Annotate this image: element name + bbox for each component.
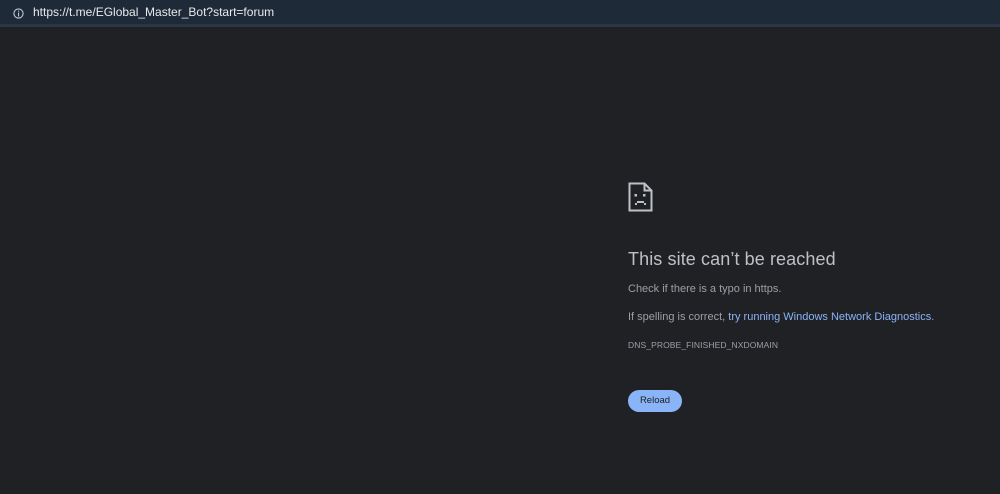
suggestion-typo: Check if there is a typo in https. [628,283,782,295]
sad-page-icon [628,182,653,212]
suggestion-suffix: . [931,311,935,323]
suggestion-diagnostics: If spelling is correct, try running Wind… [628,310,934,324]
url-text[interactable]: https://t.me/EGlobal_Master_Bot?start=fo… [33,5,274,19]
network-diagnostics-link[interactable]: try running Windows Network Diagnostics [728,311,931,323]
error-code: DNS_PROBE_FINISHED_NXDOMAIN [628,340,779,350]
info-circle-icon[interactable] [13,6,24,19]
error-heading: This site can’t be reached [628,249,836,269]
address-bar[interactable]: https://t.me/EGlobal_Master_Bot?start=fo… [0,0,1000,27]
reload-button[interactable]: Reload [628,390,682,412]
suggestion-prefix: If spelling is correct, [628,311,729,323]
